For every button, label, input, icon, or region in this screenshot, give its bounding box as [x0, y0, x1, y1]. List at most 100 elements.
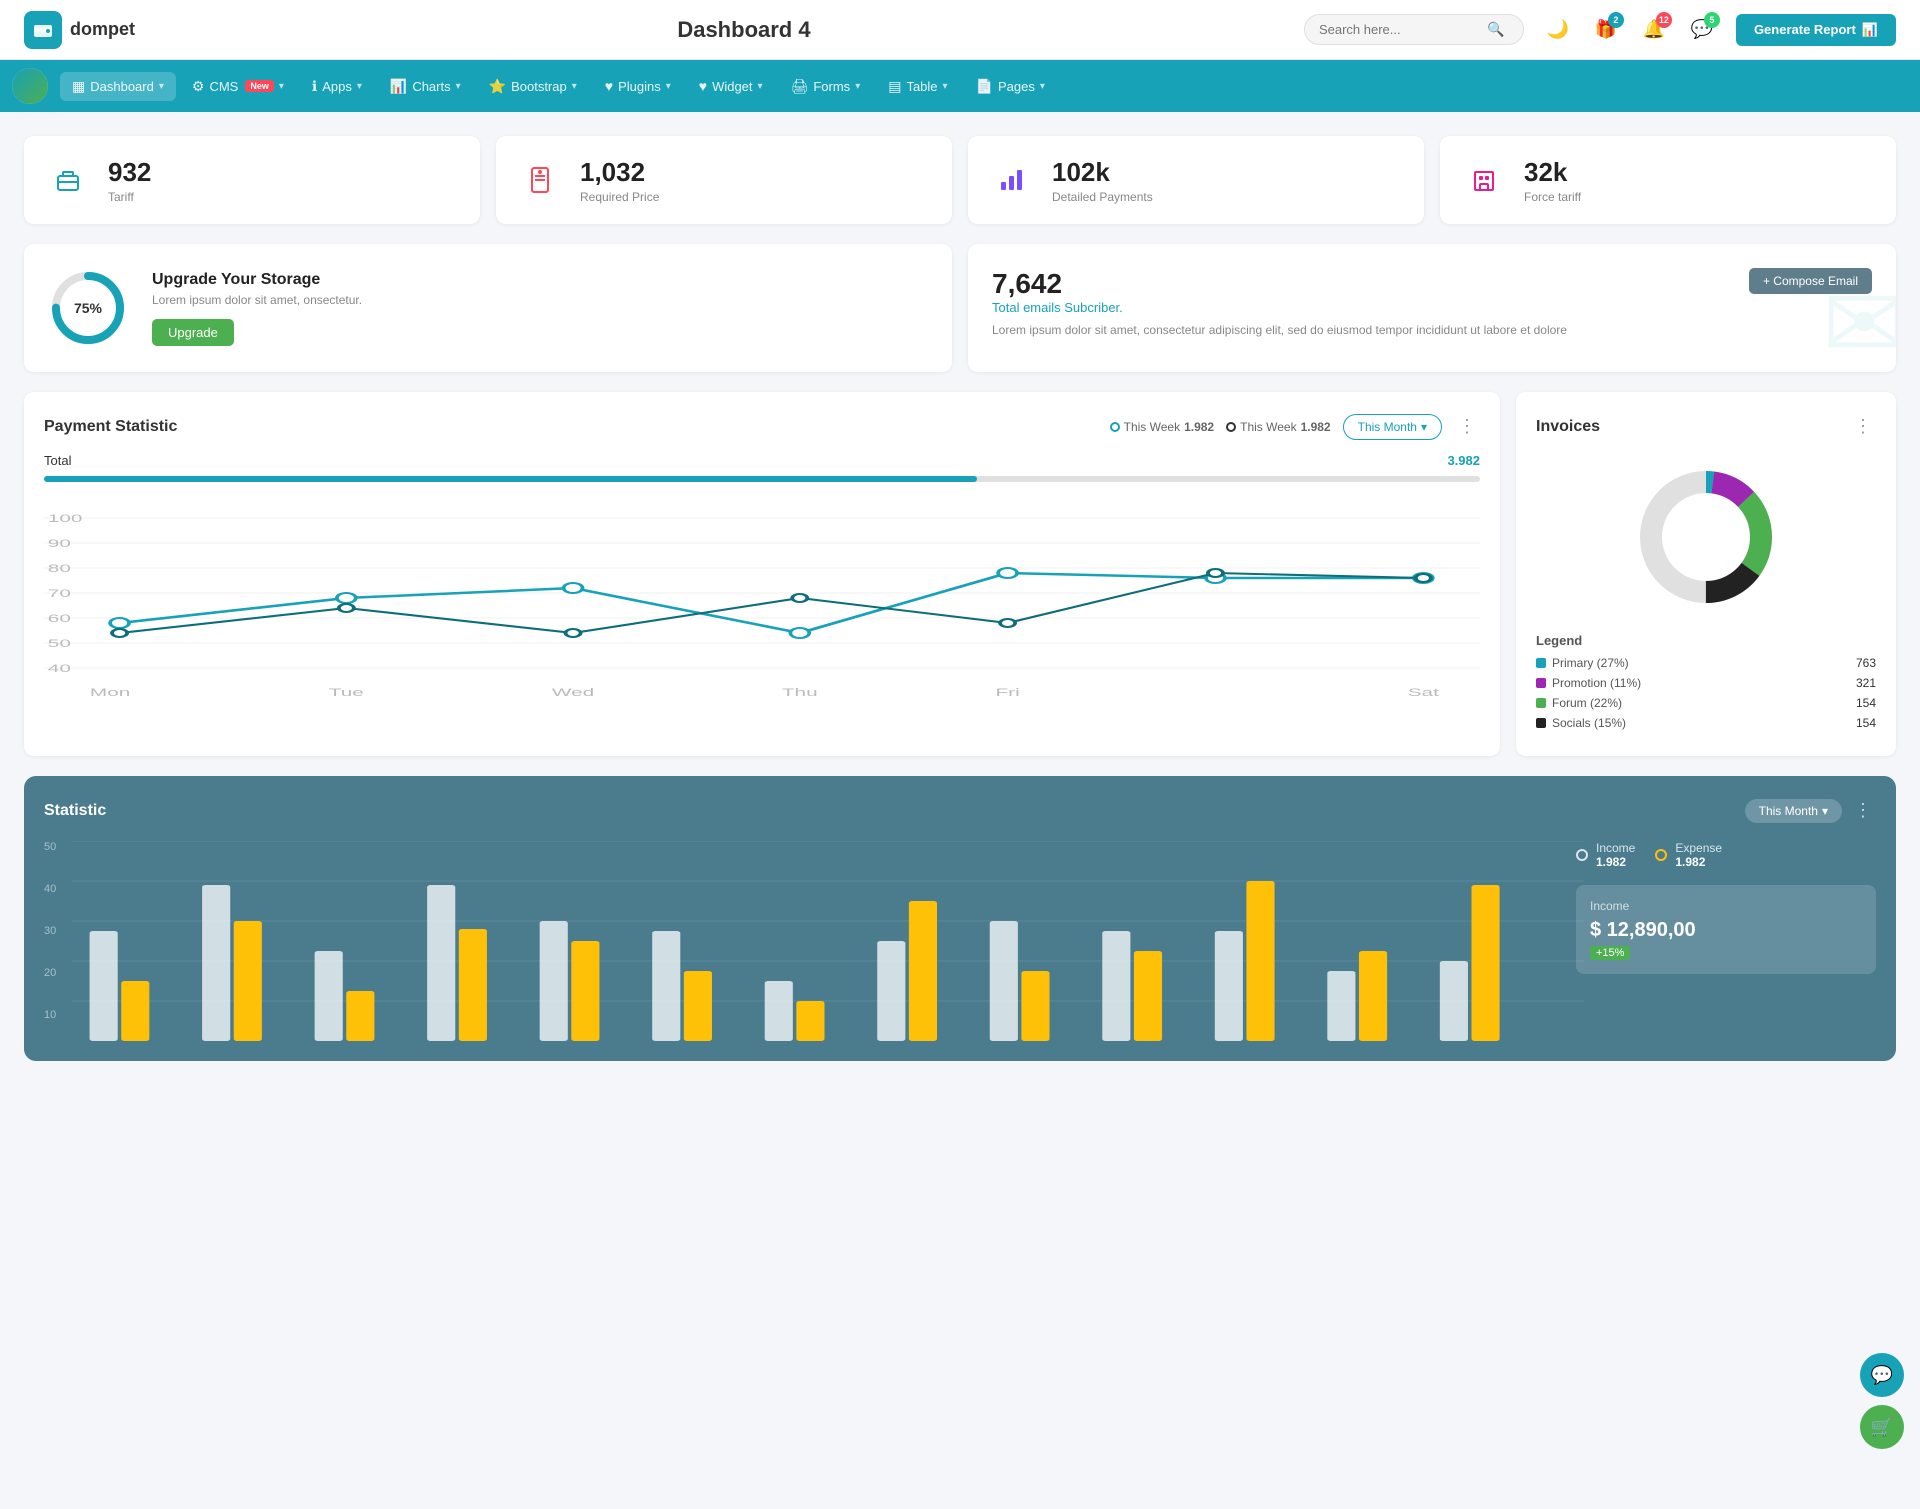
support-float-button[interactable]: 💬 [1860, 1353, 1904, 1397]
chat-icon[interactable]: 💬5 [1684, 12, 1720, 48]
legend-section: Legend Primary (27%) 763 Promotion (11%)… [1536, 633, 1876, 730]
logo-text: dompet [70, 19, 135, 40]
y-label-30: 30 [44, 925, 68, 937]
tariff-value: 932 [108, 157, 151, 188]
expense-legend: Expense 1.982 [1655, 841, 1722, 869]
svg-text:60: 60 [48, 612, 71, 625]
stat-cards-row: 932 Tariff 1,032 Required Price 102k Det… [24, 136, 1896, 224]
stat-info-detailed-payments: 102k Detailed Payments [1052, 157, 1153, 204]
total-label: Total [44, 453, 71, 468]
y-label-10: 10 [44, 1009, 68, 1021]
legend2-value: 1.982 [1301, 420, 1331, 434]
primary-value: 763 [1856, 656, 1876, 670]
search-box[interactable]: 🔍 [1304, 14, 1524, 45]
nav-item-pages[interactable]: 📄 Pages ▾ [964, 72, 1057, 101]
generate-report-button[interactable]: Generate Report 📊 [1736, 14, 1896, 46]
bell-icon[interactable]: 🔔12 [1636, 12, 1672, 48]
storage-progress-circle: 75% [48, 268, 128, 348]
stat-info-required-price: 1,032 Required Price [580, 157, 659, 204]
gift-icon[interactable]: 🎁2 [1588, 12, 1624, 48]
svg-text:100: 100 [48, 512, 83, 525]
income-box-value: $ 12,890,00 [1590, 919, 1862, 942]
income-box-label: Income [1590, 899, 1862, 913]
force-tariff-label: Force tariff [1524, 190, 1581, 204]
legend-forum: Forum (22%) 154 [1536, 696, 1876, 710]
header: dompet Dashboard 4 🔍 🌙 🎁2 🔔12 💬5 Generat… [0, 0, 1920, 60]
page-title: Dashboard 4 [200, 17, 1288, 43]
nav-item-widget[interactable]: ♥ Widget ▾ [687, 72, 775, 100]
svg-text:80: 80 [48, 562, 71, 575]
forum-label: Forum (22%) [1552, 696, 1622, 710]
payment-title: Payment Statistic [44, 418, 177, 436]
donut-chart [1536, 457, 1876, 617]
chevron-down-icon: ▾ [159, 81, 164, 92]
main-nav: ▦ Dashboard ▾ ⚙ CMS New ▾ ℹ Apps ▾ 📊 Cha… [0, 60, 1920, 112]
chevron-down-icon: ▾ [855, 81, 860, 92]
nav-item-forms[interactable]: 🖨 Forms ▾ [779, 72, 873, 101]
widget-icon: ♥ [699, 78, 707, 94]
building-icon [1460, 156, 1508, 204]
invoices-card: Invoices ⋮ [1516, 392, 1896, 756]
upgrade-button[interactable]: Upgrade [152, 319, 234, 346]
main-content: 932 Tariff 1,032 Required Price 102k Det… [0, 112, 1920, 1085]
storage-card: 75% Upgrade Your Storage Lorem ipsum dol… [24, 244, 952, 372]
more-options-button[interactable]: ⋮ [1454, 412, 1480, 441]
cms-new-badge: New [245, 80, 274, 92]
pages-icon: 📄 [976, 78, 993, 95]
expense-val: 1.982 [1675, 855, 1722, 869]
statistic-more-button[interactable]: ⋮ [1850, 796, 1876, 825]
forum-color [1536, 698, 1546, 708]
progress-bar [44, 476, 1480, 482]
logo-icon [24, 11, 62, 49]
svg-text:Mon: Mon [90, 686, 130, 698]
apps-icon: ℹ [312, 78, 317, 95]
nav-bootstrap-label: Bootstrap [511, 79, 567, 94]
detailed-payments-label: Detailed Payments [1052, 190, 1153, 204]
total-value: 3.982 [1447, 453, 1480, 468]
email-description: Lorem ipsum dolor sit amet, consectetur … [992, 323, 1872, 337]
legend2-label: This Week [1240, 420, 1296, 434]
nav-apps-label: Apps [322, 79, 352, 94]
briefcase-icon [44, 156, 92, 204]
search-input[interactable] [1319, 22, 1479, 37]
nav-forms-label: Forms [813, 79, 850, 94]
legend-dot-2 [1226, 422, 1236, 432]
legend-item-1: This Week 1.982 [1110, 420, 1215, 434]
expense-label: Expense [1675, 841, 1722, 855]
nav-item-plugins[interactable]: ♥ Plugins ▾ [593, 72, 683, 100]
statistic-inner: 50 40 30 20 10 [44, 841, 1876, 1041]
this-month-button[interactable]: This Month ▾ [1343, 414, 1442, 440]
nav-item-table[interactable]: ▤ Table ▾ [876, 72, 959, 101]
moon-icon[interactable]: 🌙 [1540, 12, 1576, 48]
primary-color [1536, 658, 1546, 668]
y-label-50: 50 [44, 841, 68, 853]
stat-info-force-tariff: 32k Force tariff [1524, 157, 1581, 204]
y-label-20: 20 [44, 967, 68, 979]
chart-bar-icon: 📊 [1862, 22, 1878, 38]
chevron-down-icon: ▾ [758, 81, 763, 92]
svg-text:Sat: Sat [1408, 686, 1440, 698]
email-bg-icon: ✉ [1822, 265, 1896, 372]
dashboard-icon: ▦ [72, 78, 85, 95]
force-tariff-value: 32k [1524, 157, 1581, 188]
chevron-down-icon: ▾ [279, 81, 284, 92]
nav-item-bootstrap[interactable]: ⭐ Bootstrap ▾ [477, 72, 589, 101]
income-label: Income [1596, 841, 1635, 855]
invoices-more-button[interactable]: ⋮ [1850, 412, 1876, 441]
nav-item-charts[interactable]: 📊 Charts ▾ [378, 72, 473, 101]
nav-item-dashboard[interactable]: ▦ Dashboard ▾ [60, 72, 176, 101]
cart-float-button[interactable]: 🛒 [1860, 1405, 1904, 1449]
storage-percent: 75% [74, 300, 102, 316]
statistic-this-month-button[interactable]: This Month ▾ [1745, 799, 1842, 823]
nav-cms-label: CMS [209, 79, 238, 94]
bootstrap-icon: ⭐ [489, 78, 506, 95]
chevron-down-icon: ▾ [572, 81, 577, 92]
table-icon: ▤ [888, 78, 901, 95]
avatar [12, 68, 48, 104]
legend1-label: This Week [1124, 420, 1180, 434]
forum-value: 154 [1856, 696, 1876, 710]
nav-item-apps[interactable]: ℹ Apps ▾ [300, 72, 374, 101]
nav-item-cms[interactable]: ⚙ CMS New ▾ [180, 72, 296, 101]
chevron-down-icon: ▾ [1822, 804, 1828, 818]
svg-text:Thu: Thu [782, 686, 818, 698]
